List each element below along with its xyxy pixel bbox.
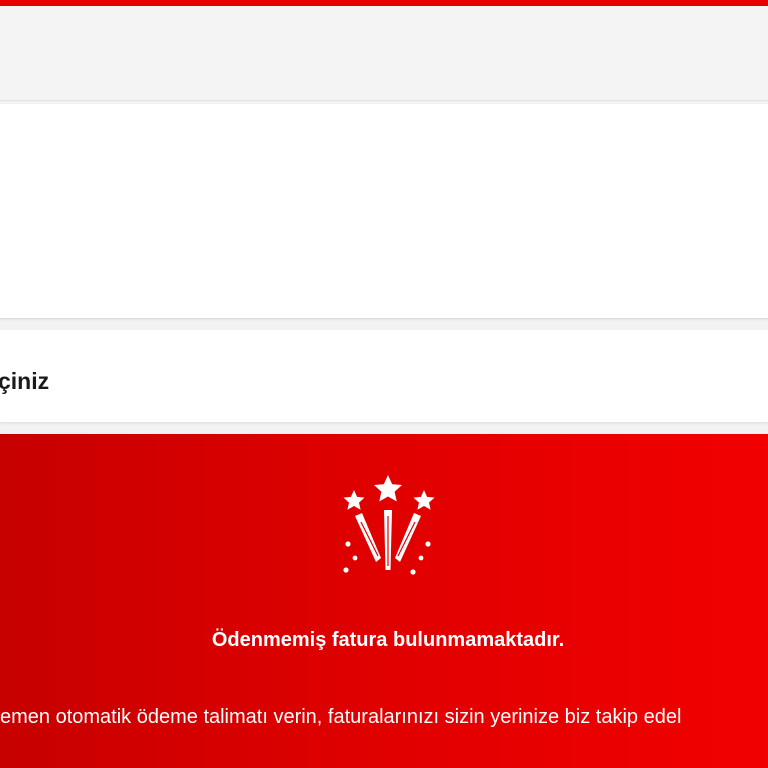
header-bar bbox=[0, 6, 768, 101]
no-unpaid-bill-message: Ödenmemiş fatura bulunmamaktadır. bbox=[211, 629, 565, 651]
section-title: çiniz bbox=[0, 368, 50, 394]
section-header-card bbox=[0, 330, 768, 423]
content-card bbox=[0, 104, 768, 319]
fireworks-icon bbox=[343, 475, 435, 575]
viewport: çiniz Ödenmemiş fatura bulunmamaktadır. … bbox=[0, 0, 768, 768]
autopay-promo-text: emen otomatik ödeme talimatı verin, fatu… bbox=[0, 706, 682, 728]
